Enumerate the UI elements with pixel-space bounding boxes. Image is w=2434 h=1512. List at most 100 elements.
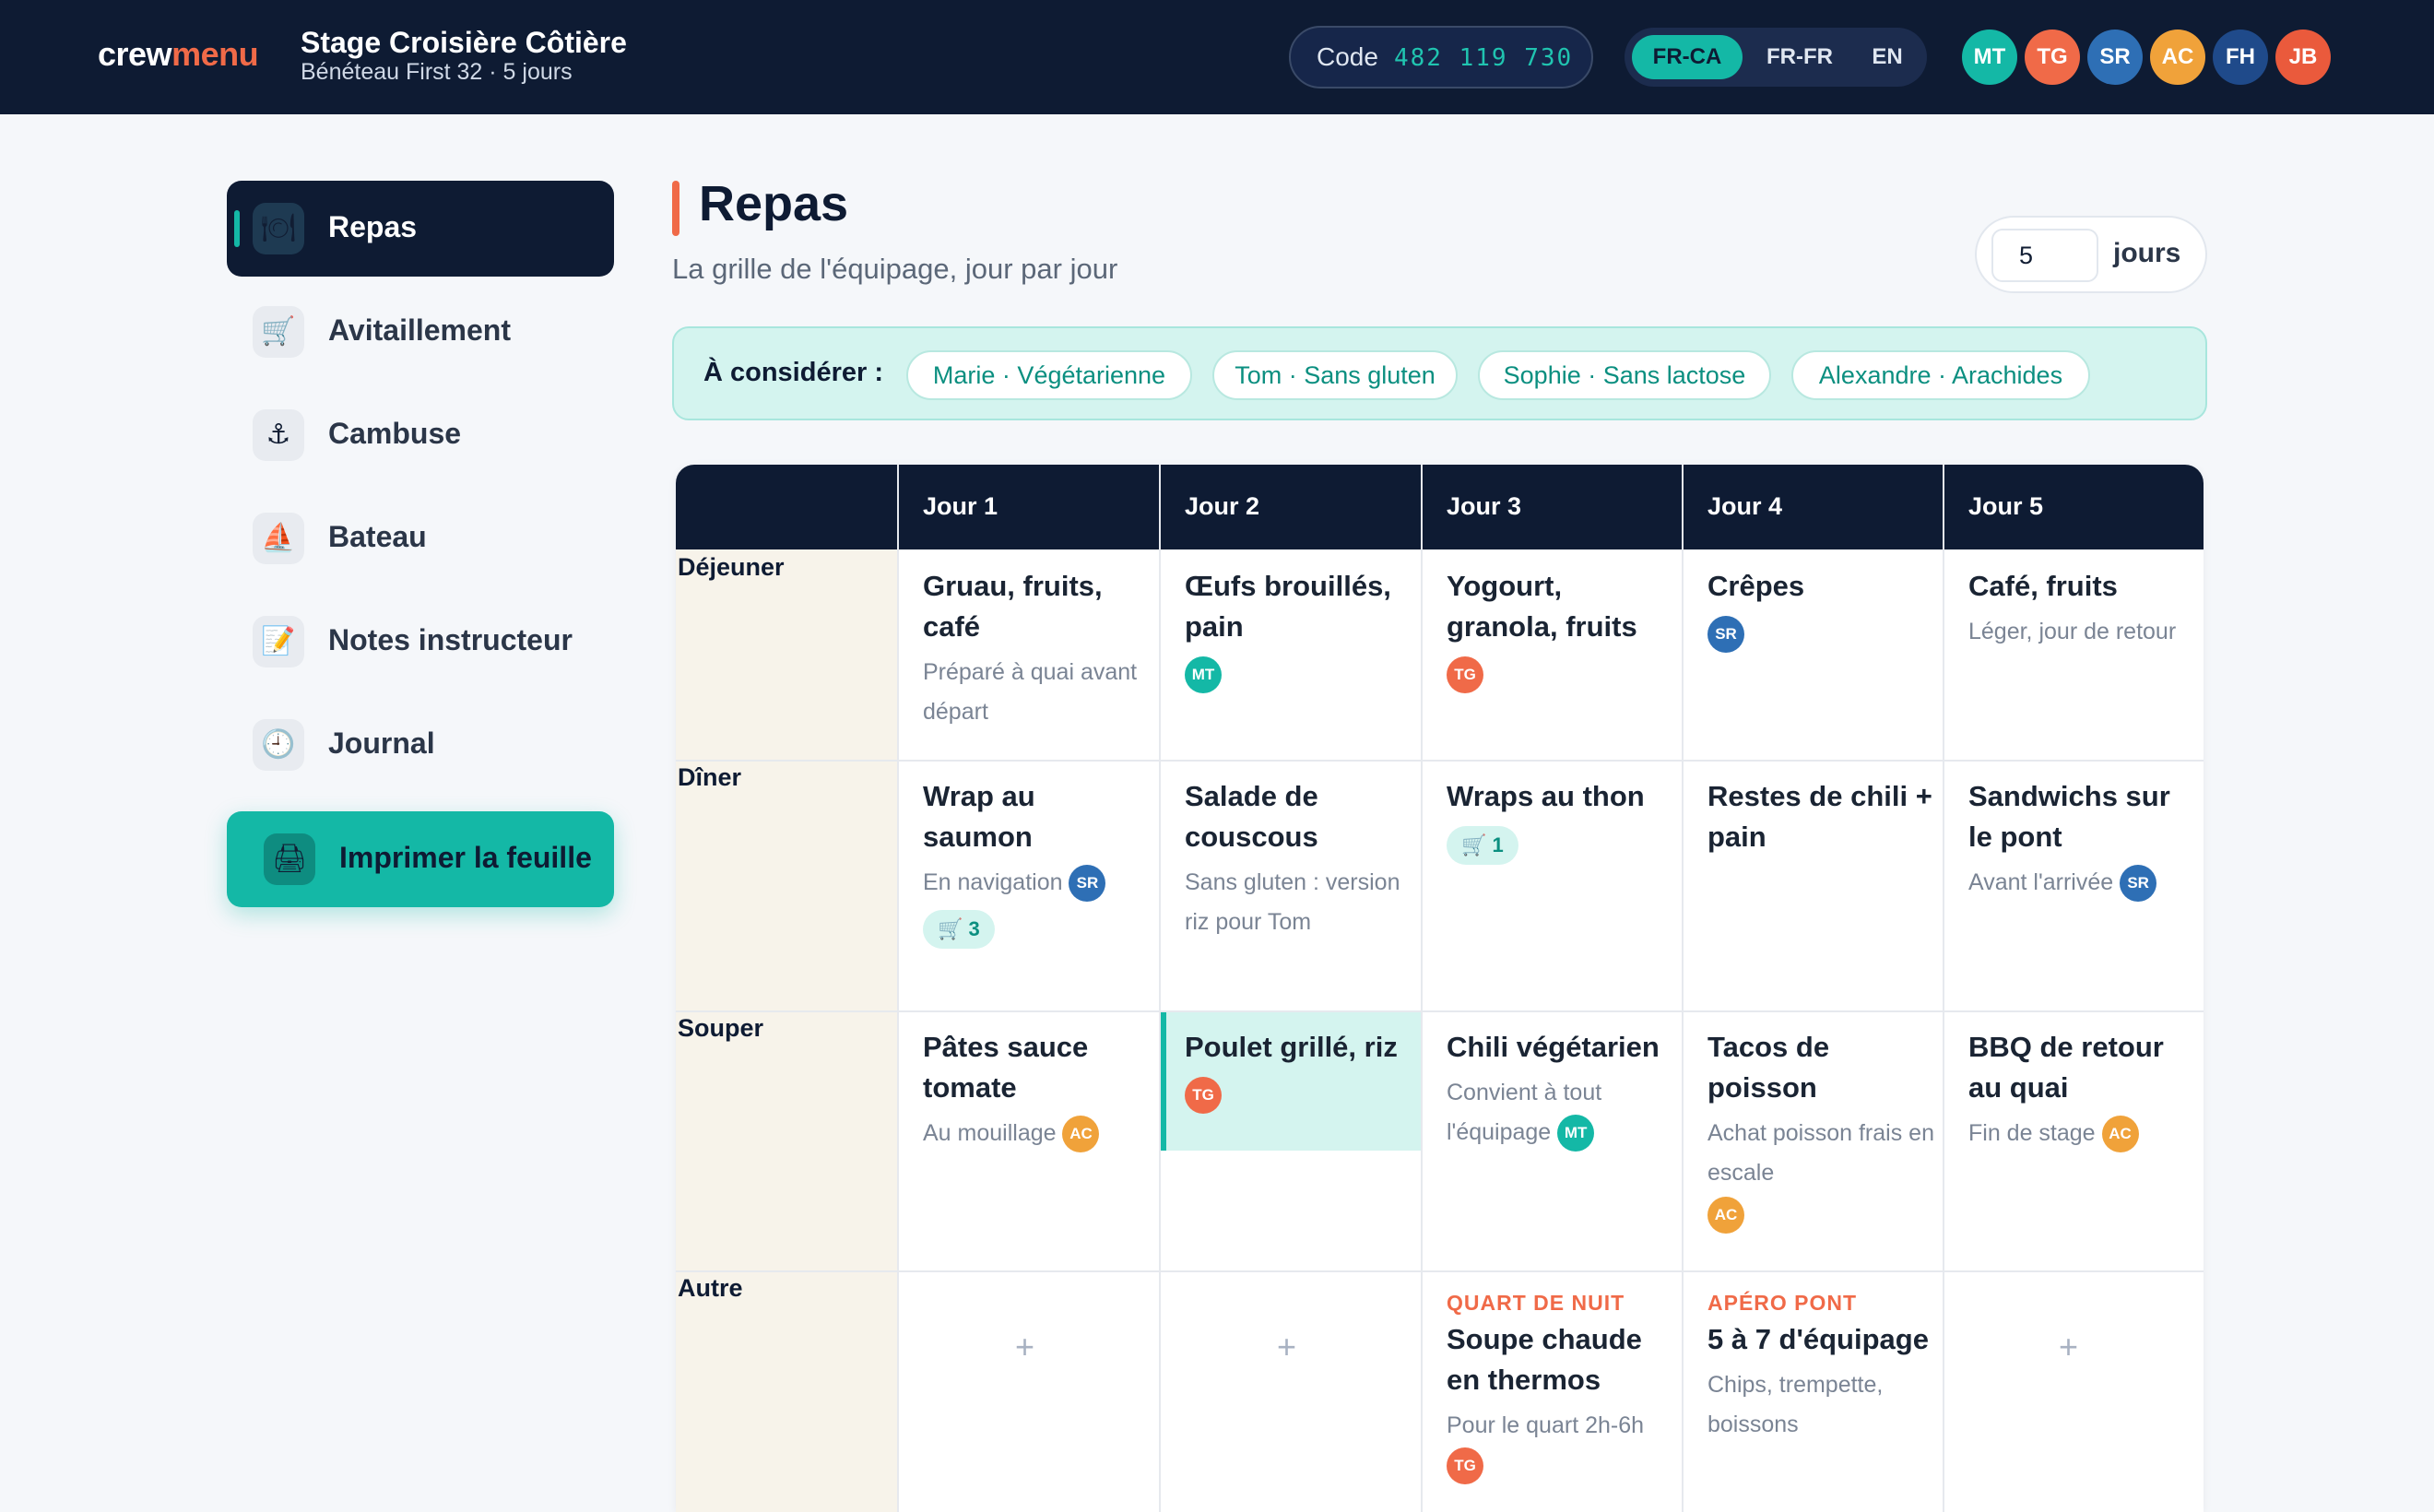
- print-button-label: Imprimer la feuille: [339, 841, 592, 874]
- consider-label: À considérer :: [703, 358, 883, 387]
- meal-cell[interactable]: Yogourt, granola, fruits TG: [1447, 566, 1675, 693]
- share-code-pill[interactable]: Code 482 119 730: [1289, 26, 1593, 89]
- meal-title: Yogourt, granola, fruits: [1447, 570, 1637, 643]
- row-label: Dîner: [678, 763, 742, 791]
- meal-cell[interactable]: Café, fruits Léger, jour de retour: [1968, 566, 2197, 652]
- meal-cell[interactable]: APÉRO PONT 5 à 7 d'équipage Chips, tremp…: [1707, 1291, 1936, 1445]
- days-input[interactable]: 5: [1991, 229, 2098, 282]
- memo-icon: 📝: [253, 616, 304, 667]
- meal-title: Pâtes sauce tomate: [923, 1031, 1089, 1104]
- column-divider: [897, 465, 899, 1512]
- printer-icon: 🖨: [264, 833, 315, 885]
- meal-cell[interactable]: Œufs brouillés, pain MT: [1185, 566, 1413, 693]
- assignee-avatar: SR: [1707, 616, 1744, 653]
- days-label: jours: [2113, 238, 2181, 268]
- assignee-avatar: MT: [1557, 1115, 1595, 1152]
- avatar[interactable]: FH: [2213, 30, 2268, 85]
- meal-title: Wrap au saumon: [923, 780, 1035, 853]
- assignee-avatar: TG: [1447, 1447, 1483, 1485]
- sidebar-item-avitaillement[interactable]: 🛒 Avitaillement: [227, 284, 614, 380]
- meal-note: Au mouillage: [923, 1120, 1057, 1146]
- column-header: Jour 2: [1185, 492, 1260, 520]
- meal-title: Café, fruits: [1968, 570, 2118, 602]
- row-divider: [676, 760, 2204, 762]
- meal-cell[interactable]: Wrap au saumon En navigation SR 🛒 3: [923, 776, 1152, 949]
- assignee-avatar: AC: [1062, 1116, 1100, 1153]
- meal-note: Fin de stage: [1968, 1120, 2096, 1146]
- meal-cell-selected[interactable]: Poulet grillé, riz TG: [1185, 1027, 1413, 1114]
- meal-title: Poulet grillé, riz: [1185, 1031, 1398, 1063]
- sidebar-item-label: Bateau: [328, 520, 427, 553]
- meal-title: Restes de chili + pain: [1707, 780, 1932, 853]
- meal-note: Achat poisson frais en escale: [1707, 1120, 1934, 1186]
- sidebar-item-repas[interactable]: 🍽 Repas: [227, 181, 614, 277]
- add-meal-button[interactable]: +: [1277, 1328, 1296, 1366]
- meal-cell[interactable]: Chili végétarien Convient à tout l'équip…: [1447, 1027, 1675, 1152]
- page-subtitle: La grille de l'équipage, jour par jour: [672, 253, 1118, 285]
- sailboat-icon: ⛵: [253, 513, 304, 564]
- sidebar-item-label: Cambuse: [328, 417, 462, 450]
- row-label: Autre: [678, 1274, 743, 1302]
- dietary-considerations-banner: À considérer : Marie · Végétarienne Tom …: [672, 326, 2207, 420]
- meal-tag: APÉRO PONT: [1707, 1291, 1858, 1315]
- meal-cell[interactable]: Sandwichs sur le pont Avant l'arrivée SR: [1968, 776, 2197, 903]
- meal-cell[interactable]: Crêpes SR: [1707, 566, 1936, 653]
- sidebar-item-label: Repas: [328, 210, 418, 243]
- meal-title: Gruau, fruits, café: [923, 570, 1103, 643]
- avatar[interactable]: AC: [2150, 30, 2205, 85]
- add-meal-button[interactable]: +: [1015, 1328, 1034, 1366]
- row-label: Souper: [678, 1014, 764, 1042]
- sidebar-item-cambuse[interactable]: ⚓ Cambuse: [227, 387, 614, 483]
- app-logo[interactable]: crewmenu: [98, 35, 259, 74]
- diet-chip[interactable]: Tom · Sans gluten: [1212, 350, 1458, 400]
- cart-icon: 🛒: [253, 306, 304, 358]
- cart-icon: 🛒: [1461, 833, 1487, 856]
- meal-cell[interactable]: Restes de chili + pain: [1707, 776, 1936, 857]
- avatar[interactable]: MT: [1962, 30, 2017, 85]
- add-meal-button[interactable]: +: [2059, 1328, 2078, 1366]
- meal-cell[interactable]: Tacos de poisson Achat poisson frais en …: [1707, 1027, 1936, 1234]
- anchor-icon: ⚓: [253, 409, 304, 461]
- sidebar-item-bateau[interactable]: ⛵ Bateau: [227, 490, 614, 586]
- title-accent-bar: [672, 181, 679, 236]
- shopping-items-chip[interactable]: 🛒 1: [1447, 826, 1518, 865]
- diet-chip[interactable]: Marie · Végétarienne: [906, 350, 1192, 400]
- meal-cell[interactable]: Gruau, fruits, café Préparé à quai avant…: [923, 566, 1152, 732]
- days-control: 5 jours: [1975, 216, 2207, 293]
- avatar[interactable]: TG: [2025, 30, 2080, 85]
- lang-fr-fr-button[interactable]: FR-FR: [1748, 35, 1851, 79]
- code-value: 482 119 730: [1394, 44, 1574, 72]
- meal-cell[interactable]: Wraps au thon 🛒 1: [1447, 776, 1675, 865]
- lang-fr-ca-button[interactable]: FR-CA: [1632, 35, 1743, 79]
- meal-note: En navigation: [923, 869, 1063, 895]
- meal-tag: QUART DE NUIT: [1447, 1291, 1625, 1315]
- cart-icon: 🛒: [938, 917, 963, 940]
- meal-title: Soupe chaude en thermos: [1447, 1323, 1642, 1396]
- shopping-items-chip[interactable]: 🛒 3: [923, 910, 995, 949]
- diet-chip[interactable]: Sophie · Sans lactose: [1478, 350, 1771, 400]
- sidebar-item-notes-instructeur[interactable]: 📝 Notes instructeur: [227, 594, 614, 690]
- print-sheet-button[interactable]: 🖨 Imprimer la feuille: [227, 811, 614, 907]
- assignee-avatar: TG: [1447, 656, 1483, 693]
- meal-cell[interactable]: BBQ de retour au quai Fin de stage AC: [1968, 1027, 2197, 1153]
- assignee-avatar: SR: [1069, 865, 1106, 903]
- meal-note: Sans gluten : version riz pour Tom: [1185, 869, 1400, 935]
- avatar[interactable]: SR: [2087, 30, 2143, 85]
- meal-cell[interactable]: Pâtes sauce tomate Au mouillage AC: [923, 1027, 1152, 1153]
- meal-title: 5 à 7 d'équipage: [1707, 1323, 1929, 1355]
- lang-en-button[interactable]: EN: [1855, 35, 1920, 79]
- row-divider: [676, 1010, 2204, 1012]
- meal-cell[interactable]: Salade de couscous Sans gluten : version…: [1185, 776, 1413, 942]
- assignee-avatar: MT: [1185, 656, 1222, 693]
- sidebar-item-journal[interactable]: 🕘 Journal: [227, 697, 614, 793]
- column-header: Jour 1: [923, 492, 998, 520]
- meal-title: BBQ de retour au quai: [1968, 1031, 2164, 1104]
- assignee-avatar: SR: [2120, 865, 2157, 903]
- trip-title: Stage Croisière Côtière: [301, 26, 627, 59]
- avatar[interactable]: JB: [2275, 30, 2331, 85]
- shopping-count: 1: [1492, 833, 1504, 856]
- meal-title: Chili végétarien: [1447, 1031, 1660, 1063]
- meal-note: Avant l'arrivée: [1968, 869, 2114, 895]
- meal-cell[interactable]: QUART DE NUIT Soupe chaude en thermos Po…: [1447, 1291, 1675, 1485]
- diet-chip[interactable]: Alexandre · Arachides: [1791, 350, 2090, 400]
